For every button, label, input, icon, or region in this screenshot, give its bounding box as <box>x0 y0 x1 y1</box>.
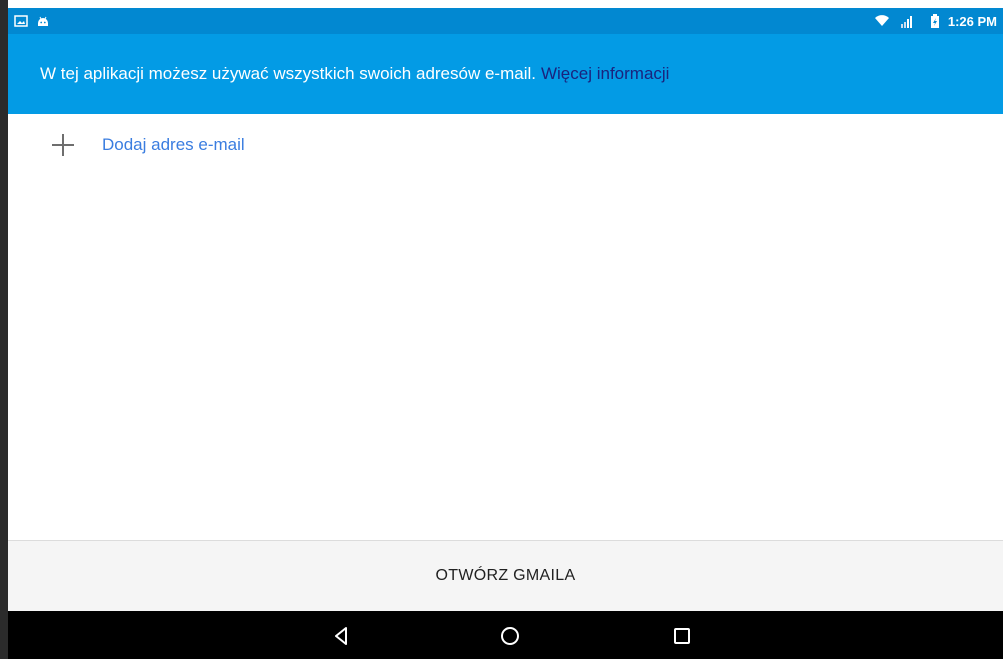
status-time: 1:26 PM <box>947 13 997 29</box>
home-icon[interactable] <box>499 625 521 647</box>
plus-icon <box>52 134 74 156</box>
signal-icon <box>900 16 912 28</box>
info-banner: W tej aplikacji możesz używać wszystkich… <box>8 34 1003 114</box>
learn-more-link[interactable]: Więcej informacji <box>541 64 669 84</box>
wifi-icon <box>874 15 889 26</box>
banner-text: W tej aplikacji możesz używać wszystkich… <box>40 64 536 83</box>
main-content: Dodaj adres e-mail <box>8 114 1003 540</box>
bottom-action-bar: OTWÓRZ GMAILA <box>8 540 1003 611</box>
open-gmail-button[interactable]: OTWÓRZ GMAILA <box>416 557 596 595</box>
add-email-row[interactable]: Dodaj adres e-mail <box>52 130 245 160</box>
image-icon <box>14 15 28 27</box>
add-email-label: Dodaj adres e-mail <box>102 135 245 154</box>
android-icon <box>38 16 48 26</box>
navigation-bar <box>8 611 1003 659</box>
recents-icon[interactable] <box>671 625 693 647</box>
battery-icon <box>930 14 939 28</box>
back-icon[interactable] <box>331 625 353 647</box>
status-right: 1:26 PM <box>874 14 997 29</box>
status-bar: 1:26 PM <box>8 8 1003 34</box>
bezel-edge <box>0 0 8 659</box>
status-left <box>14 14 50 28</box>
screen: 1:26 PM W tej aplikacji możesz używać ws… <box>0 0 1003 659</box>
